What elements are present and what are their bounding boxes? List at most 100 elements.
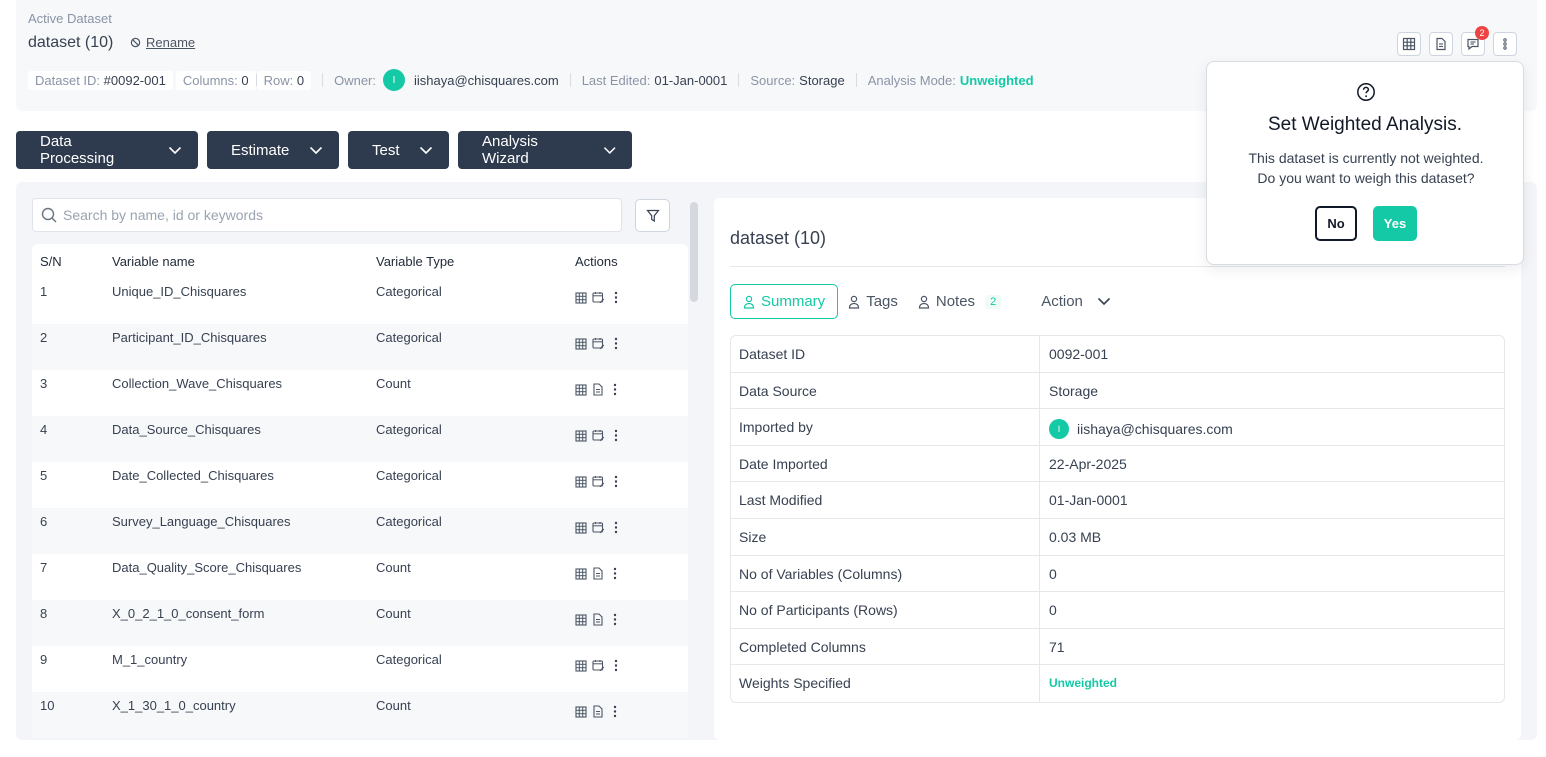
row-more-button[interactable] (613, 337, 619, 350)
table-row[interactable]: 9 M_1_country Categorical (32, 646, 688, 692)
view-data-button[interactable] (575, 521, 587, 534)
row-actions (575, 383, 618, 396)
scrollbar[interactable] (690, 202, 698, 302)
view-details-button[interactable] (592, 567, 604, 580)
summary-key: Last Modified (739, 492, 823, 509)
view-data-button[interactable] (575, 291, 587, 304)
meta-separator (855, 73, 857, 87)
row-actions (575, 521, 619, 534)
tab-tags-label: Tags (866, 293, 898, 310)
summary-key: Imported by (739, 419, 813, 436)
user-icon (918, 295, 929, 309)
edit-categories-button[interactable] (592, 291, 605, 304)
header-variable-name[interactable]: Variable name (112, 254, 195, 269)
table-row[interactable]: 1 Unique_ID_Chisquares Categorical (32, 278, 688, 324)
action-dropdown[interactable]: Action (1041, 293, 1111, 310)
yes-button[interactable]: Yes (1373, 206, 1417, 241)
grid-icon (575, 383, 587, 396)
no-button[interactable]: No (1315, 206, 1357, 241)
row-more-button[interactable] (613, 659, 619, 672)
summary-value: 71 (1049, 638, 1065, 655)
summary-value: 0 (1049, 565, 1057, 582)
document-icon (593, 705, 603, 718)
row-sn: 1 (40, 284, 48, 299)
row-sn: 10 (40, 698, 55, 713)
row-variable-name: Survey_Language_Chisquares (112, 514, 291, 529)
more-options-button[interactable] (1493, 32, 1517, 56)
summary-key: Dataset ID (739, 346, 806, 362)
calendar-edit-icon (592, 660, 605, 672)
cell-divider (1039, 445, 1040, 482)
view-details-button[interactable] (592, 705, 604, 718)
row-more-button[interactable] (613, 429, 619, 442)
estimate-menu[interactable]: Estimate (207, 131, 339, 169)
table-row[interactable]: 7 Data_Quality_Score_Chisquares Count (32, 554, 688, 600)
row-more-button[interactable] (612, 567, 618, 580)
rename-icon (130, 37, 141, 48)
cell-divider (1039, 628, 1040, 665)
table-row[interactable]: 3 Collection_Wave_Chisquares Count (32, 370, 688, 416)
summary-row: No of Participants (Rows) 0 (731, 592, 1504, 629)
view-data-button[interactable] (575, 613, 587, 626)
grid-icon (575, 337, 587, 350)
view-data-button[interactable] (575, 337, 587, 350)
table-row[interactable]: 8 X_0_2_1_0_consent_form Count (32, 600, 688, 646)
header-variable-type[interactable]: Variable Type (376, 254, 454, 269)
table-row[interactable]: 4 Data_Source_Chisquares Categorical (32, 416, 688, 462)
search-input[interactable] (63, 207, 603, 223)
table-row[interactable]: 5 Date_Collected_Chisquares Categorical (32, 462, 688, 508)
edit-categories-button[interactable] (592, 429, 605, 442)
owner-value: iishaya@chisquares.com (414, 72, 559, 88)
summary-key: No of Variables (Columns) (739, 565, 903, 582)
view-details-button[interactable] (592, 613, 604, 626)
rename-link[interactable]: Rename (130, 35, 195, 50)
grid-icon (575, 705, 587, 718)
row-variable-name: X_1_30_1_0_country (112, 698, 236, 713)
edit-categories-button[interactable] (592, 337, 605, 350)
row-more-button[interactable] (613, 291, 619, 304)
edit-categories-button[interactable] (592, 659, 605, 672)
document-icon (593, 383, 603, 396)
view-data-button[interactable] (575, 429, 587, 442)
view-details-button[interactable] (592, 383, 604, 396)
view-data-button[interactable] (575, 659, 587, 672)
tab-tags[interactable]: Tags (838, 284, 908, 319)
tab-notes-label: Notes (935, 293, 976, 310)
popup-message: This dataset is currently not weighted. … (1237, 148, 1495, 188)
row-more-button[interactable] (612, 613, 618, 626)
tab-notes[interactable]: Notes 2 (908, 284, 1011, 319)
tab-summary[interactable]: Summary (730, 284, 839, 319)
filter-button[interactable] (635, 199, 670, 232)
row-more-button[interactable] (613, 521, 619, 534)
view-data-button[interactable] (575, 567, 587, 580)
table-row[interactable]: 2 Participant_ID_Chisquares Categorical (32, 324, 688, 370)
view-data-button[interactable] (575, 383, 587, 396)
row-actions (575, 705, 618, 718)
comments-button[interactable]: 2 (1461, 26, 1489, 56)
document-icon (593, 567, 603, 580)
view-data-button[interactable] (575, 705, 587, 718)
variables-table: S/N Variable name Variable Type Actions … (32, 244, 688, 738)
table-view-button[interactable] (1397, 32, 1421, 56)
table-row[interactable]: 6 Survey_Language_Chisquares Categorical (32, 508, 688, 554)
row-variable-type: Count (376, 606, 411, 621)
row-more-button[interactable] (612, 383, 618, 396)
calendar-edit-icon (592, 522, 605, 534)
summary-value: 0.03 MB (1049, 528, 1102, 545)
edit-categories-button[interactable] (592, 521, 605, 534)
cell-divider (1039, 518, 1040, 555)
row-more-button[interactable] (613, 475, 619, 488)
edit-categories-button[interactable] (592, 475, 605, 488)
calendar-edit-icon (592, 476, 605, 488)
table-row[interactable]: 10 X_1_30_1_0_country Count (32, 692, 688, 738)
kebab-icon (613, 567, 617, 580)
data-processing-menu[interactable]: Data Processing (16, 131, 198, 169)
row-sn: 4 (40, 422, 48, 437)
view-data-button[interactable] (575, 475, 587, 488)
row-actions (575, 291, 619, 304)
document-button[interactable] (1429, 32, 1453, 56)
analysis-wizard-menu[interactable]: Analysis Wizard (458, 131, 632, 169)
row-more-button[interactable] (612, 705, 618, 718)
test-menu[interactable]: Test (348, 131, 449, 169)
document-icon (593, 613, 603, 626)
